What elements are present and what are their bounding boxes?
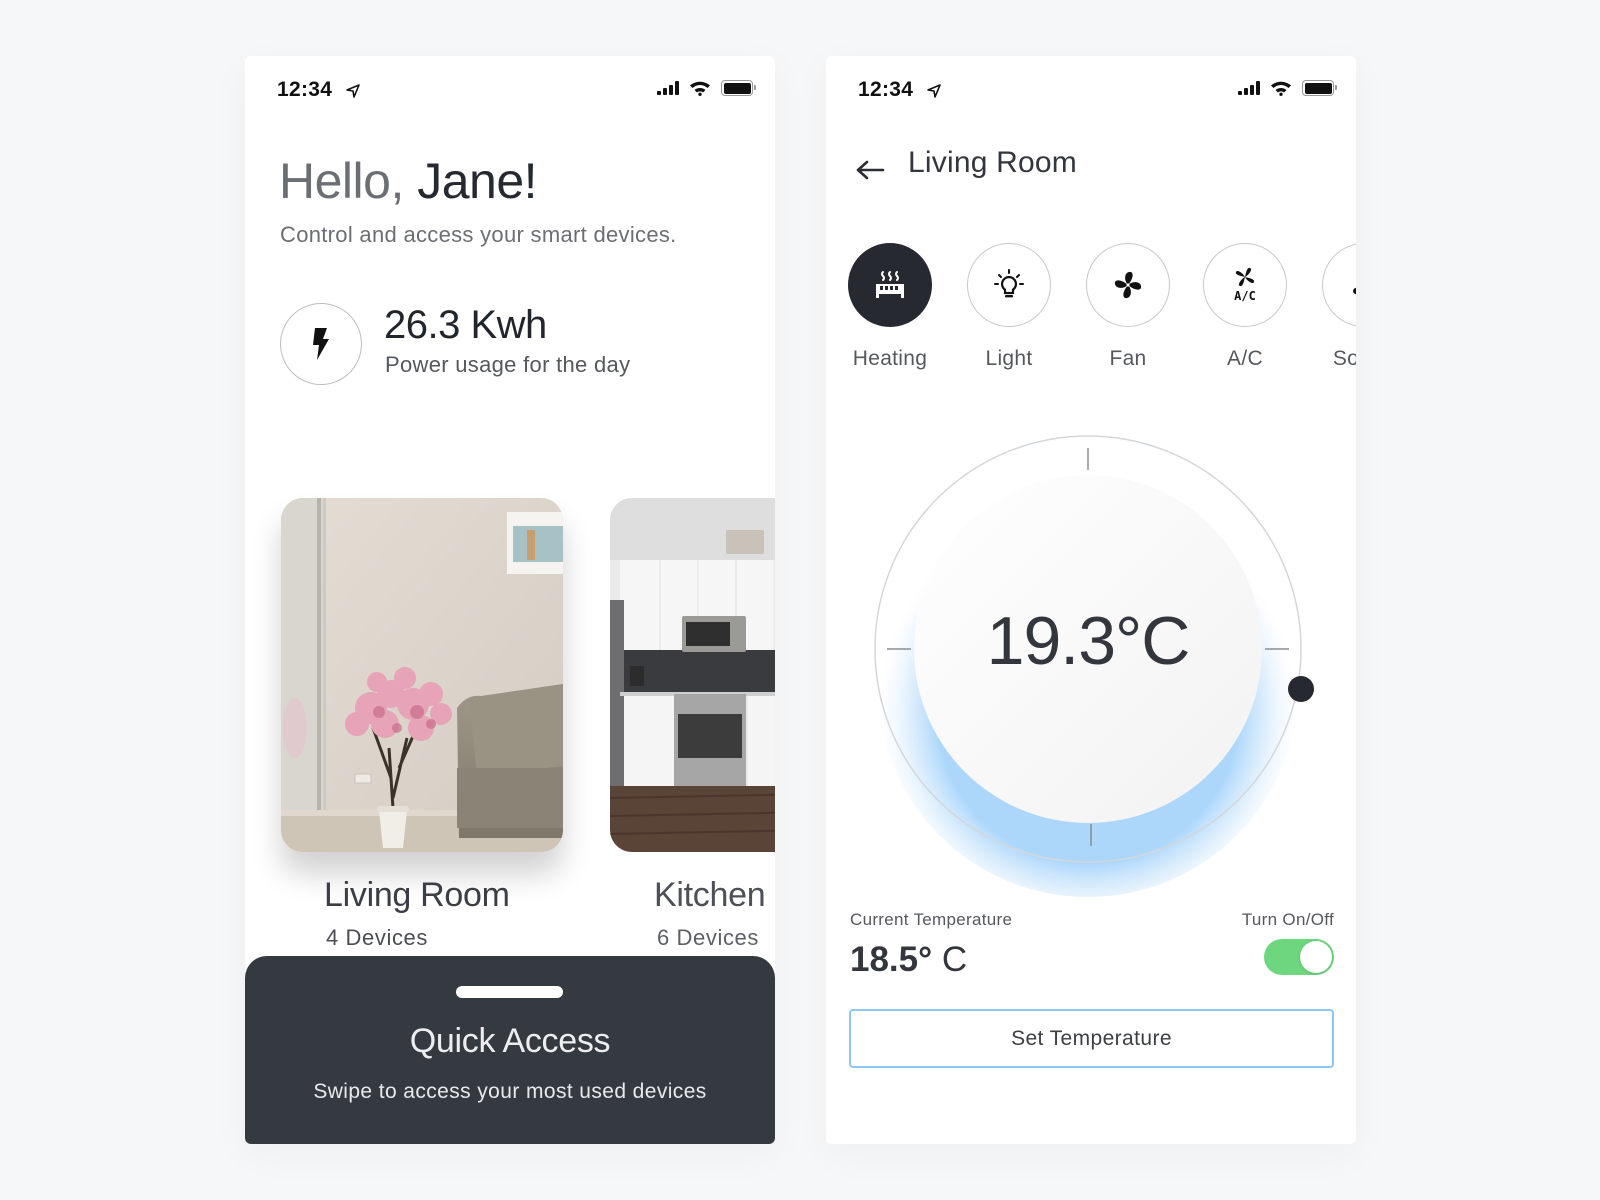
signal-icon — [657, 81, 679, 95]
dial-knob[interactable] — [1288, 676, 1314, 702]
svg-text:A/C: A/C — [1234, 289, 1256, 303]
room-device-count: 4 Devices — [326, 925, 428, 950]
device-label: Fan — [1109, 347, 1147, 370]
fan-icon — [1114, 271, 1142, 299]
heater-icon — [876, 271, 904, 298]
room-name[interactable]: Living Room — [324, 876, 510, 915]
room-detail-screen: 12:34 Living Room Heating Light Fan A/C … — [826, 56, 1356, 1144]
current-temperature-label: Current Temperature — [850, 910, 1013, 929]
room-device-count: 6 Devices — [657, 925, 759, 950]
page-title: Living Room — [908, 146, 1077, 179]
device-label: Light — [985, 347, 1033, 370]
thermostat-dial[interactable]: 19.3°C — [871, 432, 1314, 897]
device-heating[interactable]: Heating — [848, 243, 932, 371]
room-card-kitchen[interactable] — [610, 498, 775, 852]
back-button[interactable] — [850, 152, 890, 188]
quick-access-subtitle: Swipe to access your most used devices — [313, 1080, 707, 1103]
arrow-left-icon — [856, 160, 885, 180]
set-temperature-button[interactable]: Set Temperature — [849, 1009, 1334, 1068]
greeting-hello: Hello, — [279, 153, 404, 209]
power-toggle[interactable] — [1264, 939, 1334, 975]
greeting-subtitle: Control and access your smart devices. — [280, 222, 677, 247]
status-time: 12:34 — [858, 78, 914, 101]
greeting-name: Jane! — [403, 153, 538, 209]
location-arrow-icon — [346, 84, 360, 98]
air-conditioner-icon: A/C — [1234, 267, 1256, 303]
device-light[interactable]: Light — [967, 243, 1051, 371]
power-usage-badge — [280, 303, 362, 385]
home-screen: 12:34 Hello, Jane! Control and access yo… — [245, 56, 775, 1144]
device-fan[interactable]: Fan — [1086, 243, 1170, 371]
lightning-bolt-icon — [313, 328, 329, 360]
power-usage-value: 26.3 Kwh — [384, 303, 547, 347]
device-button[interactable]: A/C — [1203, 243, 1287, 327]
current-temperature-value: 18.5° C — [850, 940, 967, 980]
device-label: Sound — [1332, 347, 1356, 370]
status-bar: 12:34 — [858, 78, 1337, 104]
current-temperature-unit: C — [932, 940, 968, 979]
signal-icon — [1238, 81, 1260, 95]
battery-icon — [721, 80, 756, 96]
device-label: Heating — [852, 347, 928, 370]
device-sound[interactable]: Sound — [1322, 243, 1356, 371]
device-button[interactable] — [1322, 243, 1356, 327]
dial-graphic — [874, 435, 1314, 897]
room-name[interactable]: Kitchen — [654, 876, 766, 915]
device-button[interactable] — [848, 243, 932, 327]
status-bar: 12:34 — [277, 78, 756, 104]
wifi-icon — [1271, 81, 1291, 96]
greeting-heading: Hello, Jane! — [279, 152, 538, 210]
device-label: A/C — [1227, 347, 1263, 370]
battery-icon — [1302, 80, 1337, 96]
dial-face — [914, 475, 1262, 823]
device-button[interactable] — [967, 243, 1051, 327]
power-usage-label: Power usage for the day — [385, 352, 631, 377]
room-card-living-room[interactable] — [281, 498, 563, 852]
power-toggle-label: Turn On/Off — [1241, 910, 1334, 929]
current-temperature-number: 18.5° — [850, 940, 933, 979]
location-arrow-icon — [927, 84, 941, 98]
music-note-icon — [1353, 287, 1356, 295]
living-room-photo — [281, 498, 563, 852]
device-button[interactable] — [1086, 243, 1170, 327]
status-time: 12:34 — [277, 78, 333, 101]
drag-handle[interactable] — [456, 986, 563, 998]
light-bulb-icon — [994, 269, 1024, 298]
quick-access-sheet[interactable]: Quick Access Swipe to access your most u… — [245, 956, 775, 1144]
wifi-icon — [690, 81, 710, 96]
toggle-knob — [1300, 941, 1332, 973]
quick-access-title: Quick Access — [409, 1022, 611, 1060]
device-ac[interactable]: A/C A/C — [1203, 243, 1287, 371]
kitchen-photo — [610, 498, 775, 852]
